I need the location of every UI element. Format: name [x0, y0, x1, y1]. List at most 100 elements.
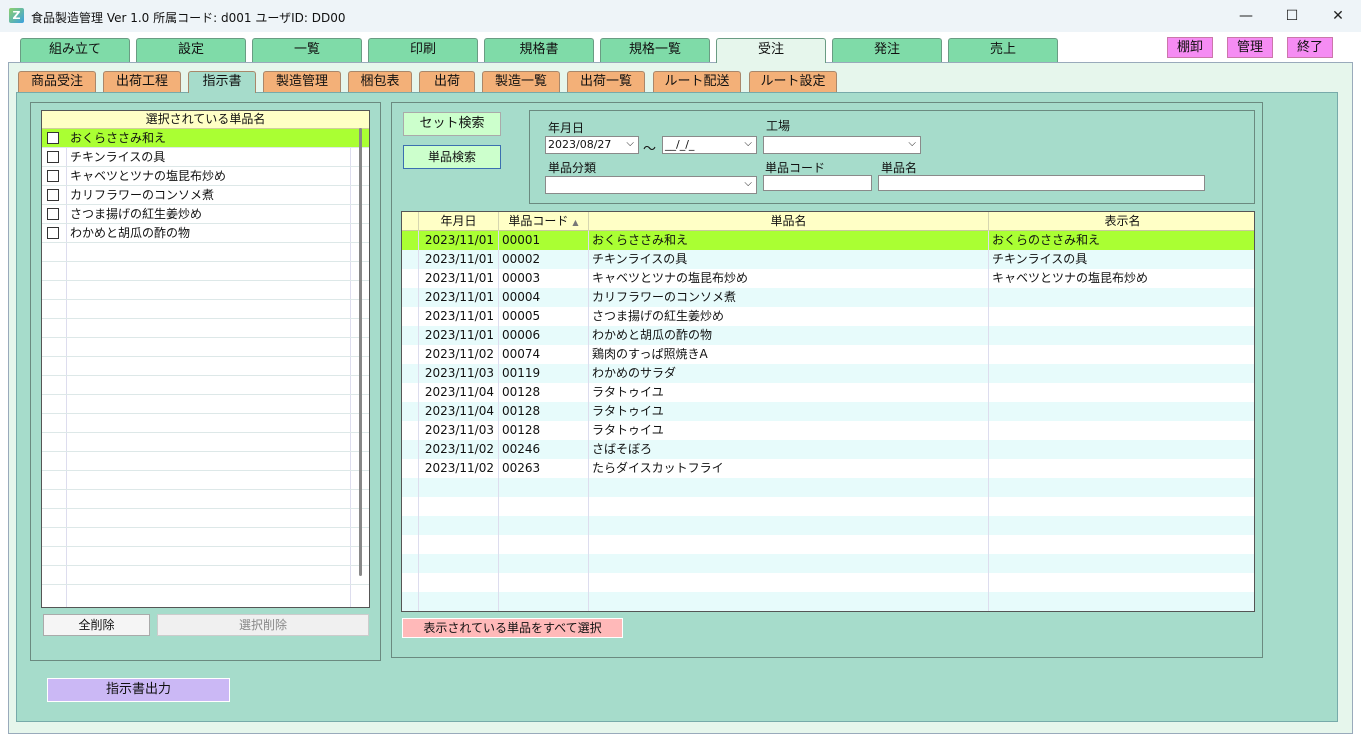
- date-to-picker[interactable]: __/_/_ ⌵: [662, 136, 757, 154]
- subtab-product-orders[interactable]: 商品受注: [18, 71, 96, 92]
- tab-orders-placed[interactable]: 発注: [832, 38, 942, 62]
- select-all-displayed-button[interactable]: 表示されている単品をすべて選択: [402, 618, 623, 638]
- cell-item-name: ラタトゥイユ: [589, 421, 989, 440]
- cell-display-name: [989, 383, 1254, 402]
- tab-assembly[interactable]: 組み立て: [20, 38, 130, 62]
- cell-date: 2023/11/02: [419, 440, 499, 459]
- subtab-route-settings[interactable]: ルート設定: [749, 71, 837, 92]
- date-to-value: __/_/_: [665, 138, 695, 151]
- list-item[interactable]: おくらささみ和え: [42, 129, 369, 148]
- empty-row: [42, 376, 369, 395]
- exit-button[interactable]: 終了: [1287, 37, 1333, 58]
- results-grid[interactable]: 年月日 単品コード ▲ 単品名 表示名 2023/11/01 00001 おくらささみ…: [401, 211, 1255, 612]
- table-row[interactable]: 2023/11/04 00128 ラタトゥイユ: [402, 383, 1254, 402]
- checkbox[interactable]: [47, 170, 59, 182]
- table-row[interactable]: 2023/11/01 00006 わかめと胡瓜の酢の物: [402, 326, 1254, 345]
- grid-header: 年月日 単品コード ▲ 単品名 表示名: [402, 212, 1254, 231]
- cell-item-code: 00263: [499, 459, 589, 478]
- empty-row: [42, 338, 369, 357]
- selected-items-list[interactable]: 選択されている単品名 おくらささみ和え チキンライスの具 キャベツとツナの塩昆布…: [41, 110, 370, 608]
- cell-date: 2023/11/01: [419, 250, 499, 269]
- checkbox[interactable]: [47, 132, 59, 144]
- list-item[interactable]: キャベツとツナの塩昆布炒め: [42, 167, 369, 186]
- date-from-picker[interactable]: 2023/08/27 ⌵: [545, 136, 639, 154]
- item-search-button[interactable]: 単品検索: [403, 145, 501, 169]
- list-item[interactable]: さつま揚げの紅生姜炒め: [42, 205, 369, 224]
- cell-display-name: [989, 554, 1254, 573]
- subtab-production-management[interactable]: 製造管理: [263, 71, 341, 92]
- row-header: [402, 231, 419, 250]
- vertical-scrollbar[interactable]: [359, 128, 362, 576]
- item-name-input[interactable]: [878, 175, 1205, 191]
- empty-row: [42, 243, 369, 262]
- row-header: [402, 421, 419, 440]
- table-row[interactable]: 2023/11/02 00263 たらダイスカットフライ: [402, 459, 1254, 478]
- set-search-button[interactable]: セット検索: [403, 112, 501, 136]
- table-row[interactable]: 2023/11/02 00246 さばそぼろ: [402, 440, 1254, 459]
- table-row[interactable]: 2023/11/03 00119 わかめのサラダ: [402, 364, 1254, 383]
- output-instructions-button[interactable]: 指示書出力: [47, 678, 230, 702]
- cell-display-name: [989, 478, 1254, 497]
- table-row[interactable]: 2023/11/01 00004 カリフラワーのコンソメ煮: [402, 288, 1254, 307]
- cell-item-code: 00005: [499, 307, 589, 326]
- cell-display-name: [989, 364, 1254, 383]
- tab-orders-received[interactable]: 受注: [716, 38, 826, 63]
- item-name: おくらささみ和え: [70, 131, 167, 145]
- maximize-button[interactable]: ☐: [1269, 0, 1315, 32]
- cell-display-name: [989, 421, 1254, 440]
- checkbox[interactable]: [47, 208, 59, 220]
- empty-row: [42, 528, 369, 547]
- subtab-route-delivery[interactable]: ルート配送: [653, 71, 741, 92]
- col-display-name[interactable]: 表示名: [989, 212, 1254, 231]
- col-item-name[interactable]: 単品名: [589, 212, 989, 231]
- tab-sales[interactable]: 売上: [948, 38, 1058, 62]
- admin-button[interactable]: 管理: [1227, 37, 1273, 58]
- col-date[interactable]: 年月日: [419, 212, 499, 231]
- window-title: 食品製造管理 Ver 1.0 所属コード: d001 ユーザID: DD00: [31, 11, 346, 25]
- chevron-down-icon[interactable]: ⌵: [744, 136, 752, 152]
- tab-spec-list[interactable]: 規格一覧: [600, 38, 710, 62]
- cell-item-code: 00128: [499, 402, 589, 421]
- cell-item-code: 00006: [499, 326, 589, 345]
- chevron-down-icon[interactable]: ⌵: [908, 136, 916, 152]
- checkbox[interactable]: [47, 189, 59, 201]
- table-row[interactable]: 2023/11/02 00074 鶏肉のすっぱ照焼きA: [402, 345, 1254, 364]
- tab-settings[interactable]: 設定: [136, 38, 246, 62]
- table-row[interactable]: 2023/11/01 00001 おくらささみ和え おくらのささみ和え: [402, 231, 1254, 250]
- row-header: [402, 269, 419, 288]
- cell-date: [419, 573, 499, 592]
- tab-list[interactable]: 一覧: [252, 38, 362, 62]
- close-button[interactable]: ✕: [1315, 0, 1361, 32]
- col-item-code[interactable]: 単品コード ▲: [499, 212, 589, 231]
- table-row[interactable]: 2023/11/01 00003 キャベツとツナの塩昆布炒め キャベツとツナの塩昆布炒…: [402, 269, 1254, 288]
- subtab-packing-list[interactable]: 梱包表: [348, 71, 412, 92]
- list-item[interactable]: チキンライスの具: [42, 148, 369, 167]
- checkbox[interactable]: [47, 151, 59, 163]
- delete-all-button[interactable]: 全削除: [43, 614, 150, 636]
- subtab-shipping[interactable]: 出荷: [419, 71, 475, 92]
- subtab-instructions[interactable]: 指示書: [188, 71, 256, 93]
- cell-date: [419, 554, 499, 573]
- tab-print[interactable]: 印刷: [368, 38, 478, 62]
- tab-spec-sheet[interactable]: 規格書: [484, 38, 594, 62]
- chevron-down-icon[interactable]: ⌵: [744, 176, 752, 192]
- factory-select[interactable]: ⌵: [763, 136, 921, 154]
- list-item[interactable]: カリフラワーのコンソメ煮: [42, 186, 369, 205]
- table-row[interactable]: 2023/11/01 00005 さつま揚げの紅生姜炒め: [402, 307, 1254, 326]
- checkbox[interactable]: [47, 227, 59, 239]
- subtab-shipping-process[interactable]: 出荷工程: [103, 71, 181, 92]
- delete-selected-button[interactable]: 選択削除: [157, 614, 369, 636]
- inventory-button[interactable]: 棚卸: [1167, 37, 1213, 58]
- cell-display-name: [989, 573, 1254, 592]
- subtab-shipping-list[interactable]: 出荷一覧: [567, 71, 645, 92]
- list-item[interactable]: わかめと胡瓜の酢の物: [42, 224, 369, 243]
- minimize-button[interactable]: —: [1223, 0, 1269, 32]
- table-row[interactable]: 2023/11/01 00002 チキンライスの具 チキンライスの具: [402, 250, 1254, 269]
- item-code-input[interactable]: [763, 175, 872, 191]
- chevron-down-icon[interactable]: ⌵: [626, 136, 634, 152]
- category-select[interactable]: ⌵: [545, 176, 757, 194]
- table-row[interactable]: 2023/11/04 00128 ラタトゥイユ: [402, 402, 1254, 421]
- subtab-production-list[interactable]: 製造一覧: [482, 71, 560, 92]
- row-header: [402, 307, 419, 326]
- table-row[interactable]: 2023/11/03 00128 ラタトゥイユ: [402, 421, 1254, 440]
